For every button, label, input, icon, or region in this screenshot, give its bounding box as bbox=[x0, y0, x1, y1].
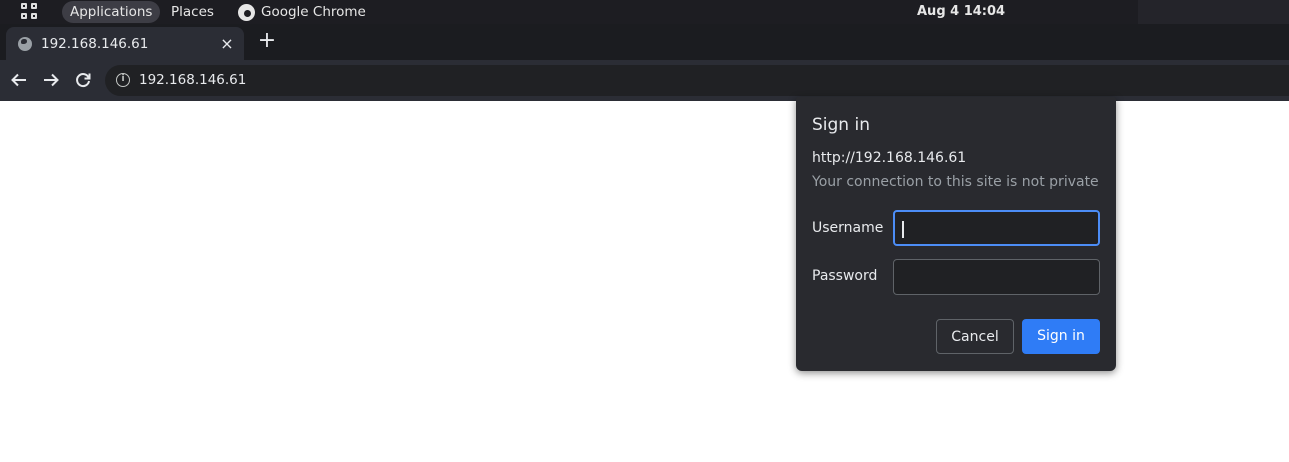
password-label: Password bbox=[812, 268, 878, 284]
username-label: Username bbox=[812, 220, 884, 236]
arrow-left-icon[interactable] bbox=[8, 69, 30, 91]
tab-title: 192.168.146.61 bbox=[41, 35, 149, 52]
info-icon[interactable]: i bbox=[116, 73, 130, 87]
new-tab-button[interactable]: + bbox=[257, 30, 277, 52]
applications-menu[interactable]: Applications bbox=[62, 1, 161, 23]
privacy-warning: Your connection to this site is not priv… bbox=[812, 174, 1099, 190]
username-field[interactable] bbox=[893, 210, 1100, 246]
browser-toolbar: i 192.168.146.61 bbox=[0, 60, 1289, 101]
dialog-title: Sign in bbox=[812, 115, 870, 135]
app-indicator[interactable]: Google Chrome bbox=[238, 0, 366, 24]
system-top-bar: Applications Places Google Chrome Aug 4 … bbox=[0, 0, 1289, 24]
cancel-button[interactable]: Cancel bbox=[936, 319, 1014, 354]
app-indicator-label: Google Chrome bbox=[261, 4, 366, 20]
clock[interactable]: Aug 4 14:04 bbox=[917, 0, 1005, 24]
password-field[interactable] bbox=[893, 259, 1100, 295]
sign-in-button[interactable]: Sign in bbox=[1022, 319, 1100, 354]
close-icon[interactable]: × bbox=[219, 35, 235, 52]
places-menu[interactable]: Places bbox=[171, 0, 214, 24]
url-text[interactable]: 192.168.146.61 bbox=[139, 65, 246, 96]
address-bar[interactable]: i 192.168.146.61 bbox=[105, 65, 1289, 96]
reload-icon[interactable] bbox=[72, 69, 94, 91]
dialog-origin: http://192.168.146.61 bbox=[812, 150, 967, 166]
tab-active[interactable]: 192.168.146.61 × bbox=[6, 27, 244, 60]
globe-icon bbox=[18, 36, 32, 51]
system-tray[interactable] bbox=[1138, 0, 1289, 24]
apps-grid-icon[interactable] bbox=[21, 3, 39, 21]
arrow-right-icon[interactable] bbox=[40, 69, 62, 91]
text-caret bbox=[902, 221, 904, 238]
sign-in-dialog: Sign in http://192.168.146.61 Your conne… bbox=[796, 97, 1116, 371]
tab-strip: 192.168.146.61 × + bbox=[0, 24, 1289, 60]
chrome-logo-icon bbox=[238, 3, 255, 21]
